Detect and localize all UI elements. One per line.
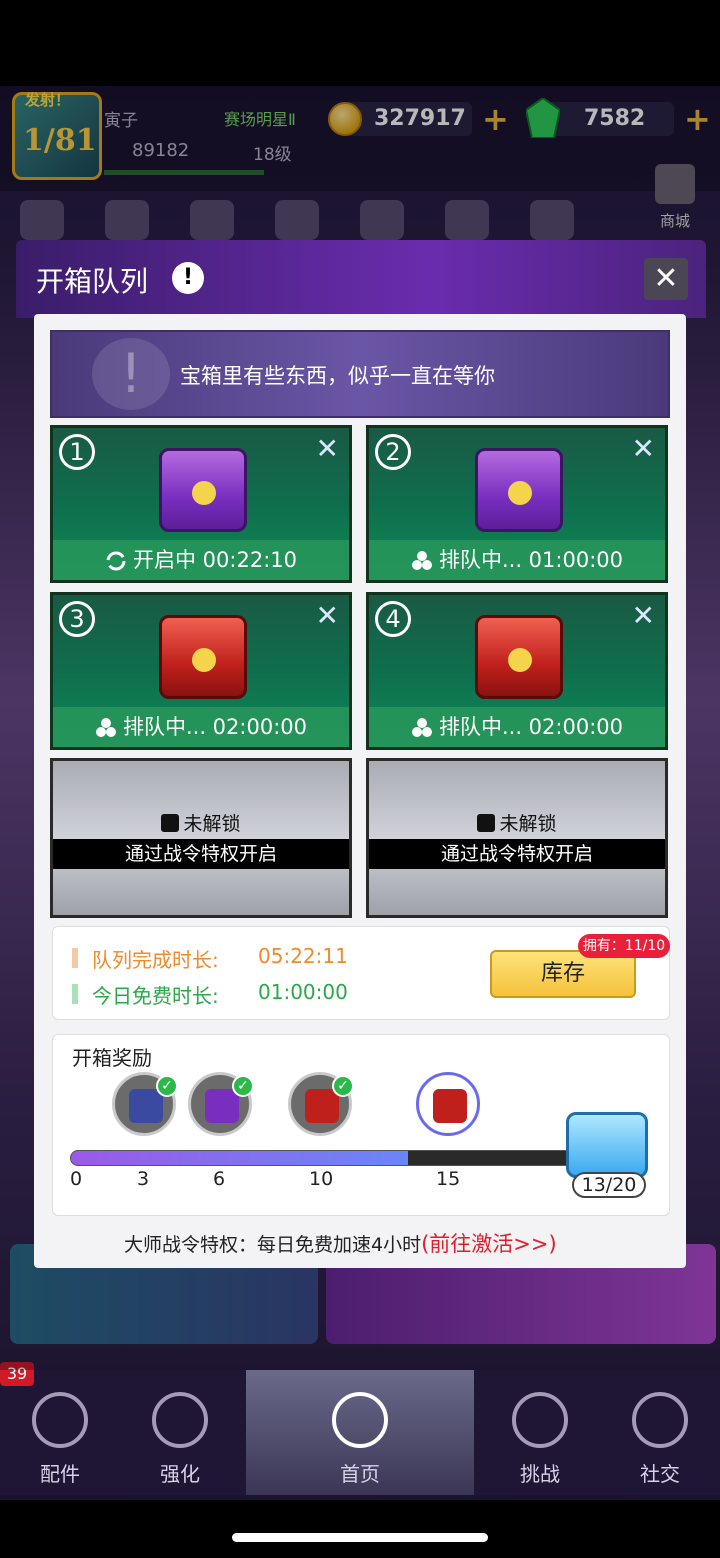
close-button[interactable]: ✕ bbox=[644, 258, 688, 300]
home-icon bbox=[332, 1392, 388, 1448]
progress-tick: 0 bbox=[70, 1168, 83, 1190]
remove-slot-button[interactable]: ✕ bbox=[632, 432, 655, 465]
slot-number: 3 bbox=[59, 601, 95, 637]
exclamation-icon: ! bbox=[92, 338, 170, 410]
nav-label: 首页 bbox=[340, 1462, 380, 1486]
nav-challenge[interactable]: 挑战 bbox=[480, 1370, 600, 1495]
grand-chest-icon[interactable] bbox=[566, 1112, 648, 1178]
remove-slot-button[interactable]: ✕ bbox=[632, 599, 655, 632]
chest-slot-4[interactable]: 4 ✕ 排队中... 02:00:00 bbox=[366, 592, 668, 750]
red-chest-icon bbox=[475, 615, 563, 699]
claimed-check-icon: ✓ bbox=[332, 1075, 354, 1097]
slot-status: 排队中... 01:00:00 bbox=[369, 540, 665, 580]
progress-tick: 6 bbox=[213, 1168, 226, 1190]
queue-icon bbox=[411, 551, 432, 570]
nav-home[interactable]: 首页 bbox=[246, 1370, 474, 1495]
slot-status-text: 排队中... 02:00:00 bbox=[122, 715, 308, 739]
locked-slot-5[interactable]: 未解锁 通过战令特权开启 bbox=[50, 758, 352, 918]
progress-tick: 3 bbox=[137, 1168, 150, 1190]
reward-progress-fill bbox=[71, 1151, 408, 1165]
queue-icon bbox=[411, 718, 432, 737]
rewards-title: 开箱奖励 bbox=[72, 1046, 152, 1070]
claimed-check-icon: ✓ bbox=[156, 1075, 178, 1097]
free-time-value: 01:00:00 bbox=[258, 980, 348, 1004]
slot-status: 开启中 00:22:10 bbox=[53, 540, 349, 580]
nav-parts[interactable]: 配件 bbox=[0, 1370, 120, 1495]
chest-slot-3[interactable]: 3 ✕ 排队中... 02:00:00 bbox=[50, 592, 352, 750]
purple-chest-icon bbox=[205, 1089, 239, 1123]
red-chest-icon bbox=[433, 1089, 467, 1123]
slot-status: 排队中... 02:00:00 bbox=[53, 707, 349, 747]
battle-pass-promo: 大师战令特权：每日免费加速4小时(前往激活>>) bbox=[124, 1228, 557, 1258]
slot-number: 4 bbox=[375, 601, 411, 637]
nav-label: 挑战 bbox=[520, 1462, 560, 1486]
purple-chest-icon bbox=[475, 448, 563, 532]
reward-progress-bar bbox=[70, 1150, 590, 1166]
red-chest-icon bbox=[305, 1089, 339, 1123]
claimed-check-icon: ✓ bbox=[232, 1075, 254, 1097]
reward-node-15[interactable] bbox=[416, 1072, 480, 1136]
unlock-hint: 通过战令特权开启 bbox=[53, 839, 349, 869]
reward-count: 13/20 bbox=[572, 1172, 646, 1198]
slot-status-text: 开启中 00:22:10 bbox=[133, 548, 297, 572]
unlock-hint: 通过战令特权开启 bbox=[369, 839, 665, 869]
slot-number: 2 bbox=[375, 434, 411, 470]
progress-tick: 10 bbox=[309, 1168, 334, 1190]
locked-label: 未解锁 bbox=[53, 809, 349, 836]
progress-tick: 15 bbox=[436, 1168, 461, 1190]
slot-status-text: 排队中... 02:00:00 bbox=[438, 715, 624, 739]
chest-slot-1[interactable]: 1 ✕ 开启中 00:22:10 bbox=[50, 425, 352, 583]
refresh-icon bbox=[106, 551, 126, 571]
nav-label: 社交 bbox=[640, 1462, 680, 1486]
home-indicator bbox=[232, 1533, 488, 1542]
nav-label: 强化 bbox=[160, 1462, 200, 1486]
challenge-icon bbox=[512, 1392, 568, 1448]
activate-link[interactable]: (前往激活>>) bbox=[421, 1232, 557, 1256]
bottom-navigation: 配件 强化 首页 挑战 社交 bbox=[0, 1370, 720, 1495]
slot-status-text: 排队中... 01:00:00 bbox=[438, 548, 624, 572]
slot-status: 排队中... 02:00:00 bbox=[369, 707, 665, 747]
blue-chest-icon bbox=[129, 1089, 163, 1123]
lock-icon bbox=[161, 814, 180, 832]
purple-chest-icon bbox=[159, 448, 247, 532]
lock-icon bbox=[477, 814, 496, 832]
queue-icon bbox=[95, 718, 116, 737]
queue-time-label: 队列完成时长: bbox=[92, 948, 219, 972]
upgrade-icon bbox=[152, 1392, 208, 1448]
nav-social[interactable]: 社交 bbox=[600, 1370, 720, 1495]
parts-icon bbox=[32, 1392, 88, 1448]
nav-upgrade[interactable]: 强化 bbox=[120, 1370, 240, 1495]
remove-slot-button[interactable]: ✕ bbox=[316, 432, 339, 465]
locked-slot-6[interactable]: 未解锁 通过战令特权开启 bbox=[366, 758, 668, 918]
social-icon bbox=[632, 1392, 688, 1448]
red-chest-icon bbox=[159, 615, 247, 699]
modal-title: 开箱队列 bbox=[36, 265, 149, 298]
info-icon[interactable]: ! bbox=[172, 262, 204, 294]
slot-number: 1 bbox=[59, 434, 95, 470]
promo-text: 大师战令特权：每日免费加速4小时 bbox=[124, 1234, 422, 1256]
free-time-label: 今日免费时长: bbox=[92, 984, 219, 1008]
queue-time-value: 05:22:11 bbox=[258, 944, 348, 968]
banner-text: 宝箱里有些东西，似乎一直在等你 bbox=[180, 364, 495, 388]
nav-label: 配件 bbox=[40, 1462, 80, 1486]
locked-label: 未解锁 bbox=[369, 809, 665, 836]
inventory-count-badge: 拥有：11/10 bbox=[578, 934, 670, 958]
remove-slot-button[interactable]: ✕ bbox=[316, 599, 339, 632]
chest-slot-2[interactable]: 2 ✕ 排队中... 01:00:00 bbox=[366, 425, 668, 583]
